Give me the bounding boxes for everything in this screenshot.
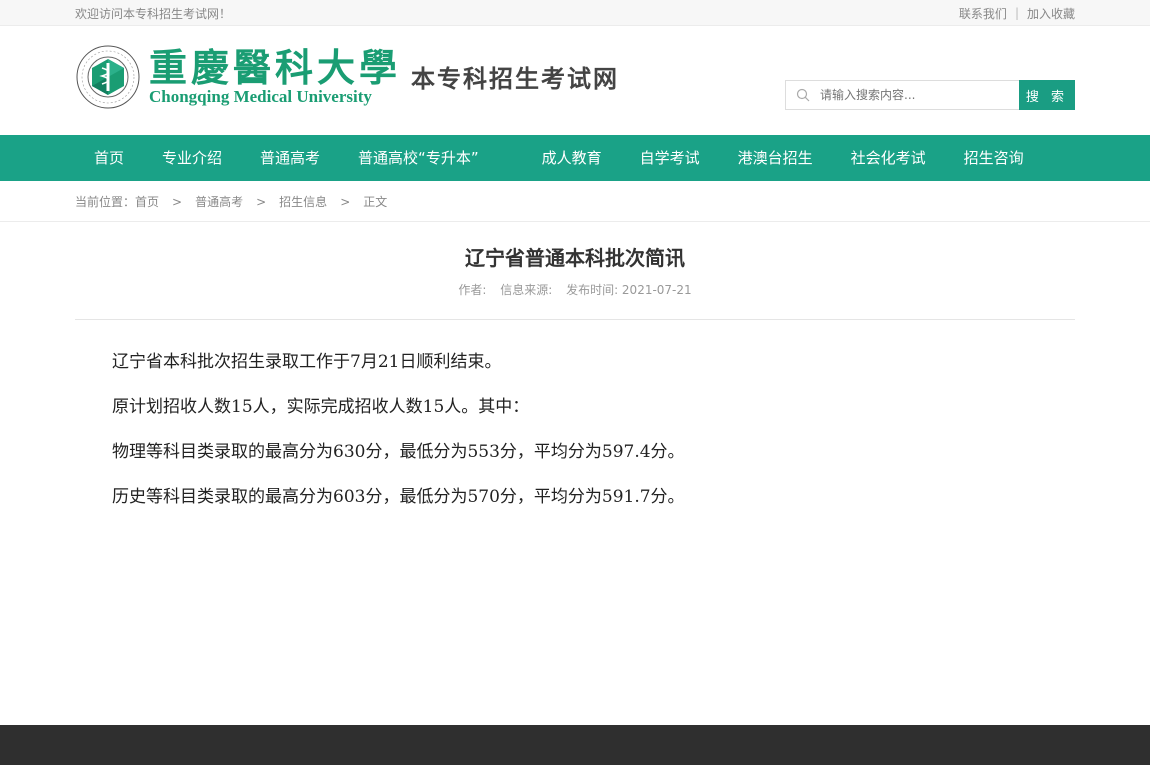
breadcrumb-separator: >: [340, 194, 351, 209]
nav-item-adult-education[interactable]: 成人教育: [523, 135, 621, 181]
breadcrumb-label: 当前位置：: [75, 195, 136, 209]
search-form: 搜 索: [785, 80, 1075, 110]
top-link-separator: |: [1014, 6, 1019, 20]
nav-item-majors[interactable]: 专业介绍: [143, 135, 241, 181]
university-emblem-icon: [75, 44, 141, 110]
article-date: 发布时间: 2021-07-21: [566, 283, 692, 297]
nav-item-hk-macao-taiwan[interactable]: 港澳台招生: [719, 135, 832, 181]
breadcrumb-gaokao[interactable]: 普通高考: [195, 193, 243, 210]
article-author: 作者:: [458, 283, 487, 297]
search-button[interactable]: 搜 索: [1019, 80, 1075, 110]
university-name-cn: 重慶醫科大學: [149, 45, 402, 90]
article-title: 辽宁省普通本科批次简讯: [465, 246, 685, 270]
nav-item-home[interactable]: 首页: [75, 135, 143, 181]
breadcrumb-admission-info[interactable]: 招生信息: [279, 193, 327, 210]
breadcrumb-home[interactable]: 首页: [135, 193, 159, 210]
site-footer: [0, 725, 1150, 765]
breadcrumb-separator: >: [172, 194, 183, 209]
university-name-en: Chongqing Medical University: [149, 87, 372, 106]
site-header: 重慶醫科大學 Chongqing Medical University 本专科招…: [75, 26, 1075, 135]
nav-item-upgrade[interactable]: 普通高校“专升本”: [339, 135, 523, 181]
site-name: 本专科招生考试网: [411, 63, 620, 93]
article-source: 信息来源:: [500, 283, 553, 297]
breadcrumb-current: 正文: [363, 195, 388, 209]
contact-link[interactable]: 联系我们: [959, 5, 1007, 22]
article-paragraph: 原计划招收人数15人，实际完成招收人数15人。其中：: [112, 397, 530, 417]
breadcrumb-separator: >: [256, 194, 267, 209]
site-logo[interactable]: 重慶醫科大學 Chongqing Medical University 本专科招…: [75, 44, 619, 110]
article-paragraph: 辽宁省本科批次招生录取工作于7月21日顺利结束。: [112, 352, 502, 372]
top-bar: 欢迎访问本专科招生考试网！ 联系我们 | 加入收藏: [0, 0, 1150, 26]
welcome-text: 欢迎访问本专科招生考试网！: [75, 6, 232, 21]
top-links: 联系我们 | 加入收藏: [959, 5, 1075, 22]
university-name: 重慶醫科大學 Chongqing Medical University: [149, 48, 401, 106]
search-box: [785, 80, 1019, 110]
nav-item-self-study-exam[interactable]: 自学考试: [621, 135, 719, 181]
nav-item-gaokao[interactable]: 普通高考: [241, 135, 339, 181]
breadcrumb: 当前位置： 首页 > 普通高考 > 招生信息 > 正文: [0, 181, 1150, 222]
main-nav: 首页 专业介绍 普通高考 普通高校“专升本” 成人教育 自学考试 港澳台招生 社…: [0, 135, 1150, 181]
search-icon: [796, 88, 810, 102]
add-favorite-link[interactable]: 加入收藏: [1027, 5, 1075, 22]
nav-item-consult[interactable]: 招生咨询: [945, 135, 1043, 181]
article-paragraph: 物理等科目类录取的最高分为630分，最低分为553分，平均分为597.4分。: [112, 442, 685, 462]
nav-item-social-exam[interactable]: 社会化考试: [832, 135, 945, 181]
article-meta: 作者: 信息来源: 发布时间: 2021-07-21: [75, 281, 1075, 298]
search-input[interactable]: [820, 88, 1010, 102]
article-body: 辽宁省本科批次招生录取工作于7月21日顺利结束。 原计划招收人数15人，实际完成…: [75, 320, 1075, 520]
article: 辽宁省普通本科批次简讯 作者: 信息来源: 发布时间: 2021-07-21 辽…: [75, 242, 1075, 520]
article-paragraph: 历史等科目类录取的最高分为603分，最低分为570分，平均分为591.7分。: [112, 487, 685, 507]
